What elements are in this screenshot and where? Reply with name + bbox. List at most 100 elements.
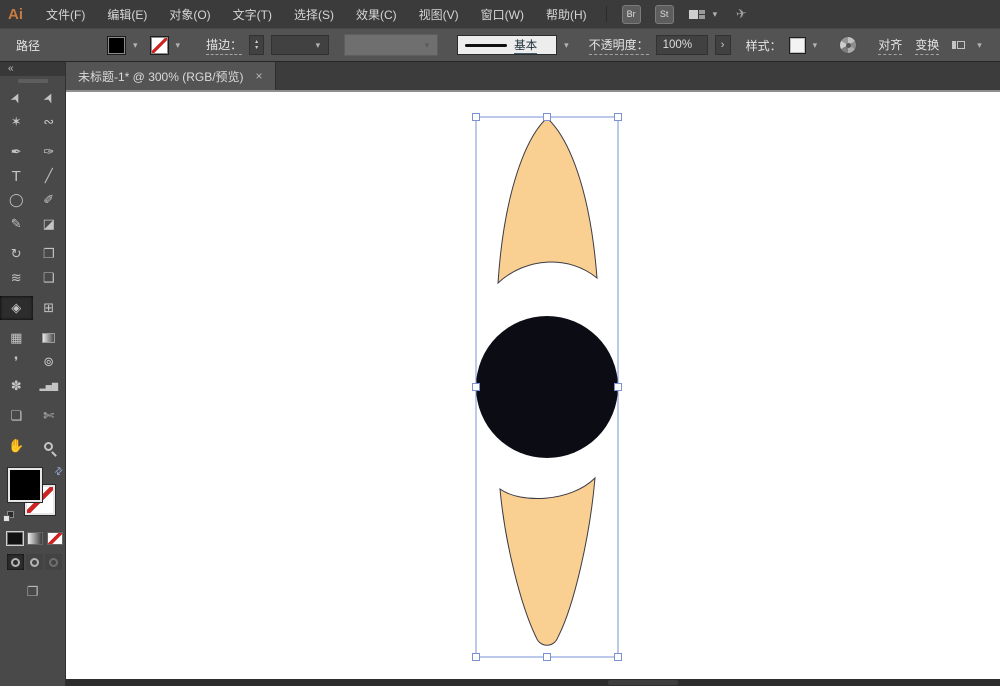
menu-type[interactable]: 文字(T) [222,0,283,28]
stepper-down-icon[interactable]: ▾ [255,45,258,51]
stock-button[interactable]: St [654,4,674,24]
align-link[interactable]: 对齐 [878,36,903,55]
fill-color-swatch[interactable] [107,35,127,55]
control-bar: 路径 ▾ ▾ 描边： ▴ ▾ ▾ ▾ 基本 ▾ 不透明度： 100% › 样式：… [0,28,1000,62]
document-tab-bar: 未标题-1* @ 300% (RGB/预览) × [66,62,1000,92]
handle-mid-right[interactable] [614,383,622,391]
close-icon[interactable]: × [256,69,263,83]
width-profile-dropdown[interactable]: ▾ [344,34,439,56]
fill-indicator-swatch[interactable] [7,467,43,503]
chevron-down-icon[interactable]: ▾ [176,40,181,51]
stroke-weight-stepper[interactable]: ▴ ▾ [249,35,265,55]
horizontal-scrollbar[interactable] [66,679,1000,686]
screen-mode-button[interactable]: ❐ [27,584,39,600]
draw-behind-button[interactable] [26,554,43,570]
default-fill-stroke-icon[interactable] [3,511,16,524]
artboard-canvas[interactable] [66,92,1000,679]
draw-normal-button[interactable] [7,554,24,570]
handle-bottom-right[interactable] [614,653,622,661]
perspective-grid-tool[interactable]: ⊞ [33,296,66,320]
panel-rect [952,41,957,49]
graphic-style-swatch[interactable] [788,36,806,54]
chevron-down-icon[interactable]: ▾ [813,40,818,51]
menu-object[interactable]: 对象(O) [158,0,221,28]
chevron-down-icon: ▾ [315,39,321,50]
menu-edit[interactable]: 编辑(E) [96,0,158,28]
paintbrush-tool[interactable]: ✐ [33,188,66,212]
sync-icon[interactable]: ✈ [735,5,748,22]
chevron-down-icon[interactable]: ▾ [133,40,138,51]
rotate-tool[interactable]: ↻ [0,242,33,266]
handle-mid-left[interactable] [472,383,480,391]
workspace-rect [688,9,698,19]
chevron-down-icon[interactable]: ▾ [713,9,718,20]
panel-rect [957,41,966,49]
symbol-sprayer-tool[interactable]: ✽ [0,374,33,398]
menu-help[interactable]: 帮助(H) [535,0,598,28]
swap-fill-stroke-icon[interactable]: ⇄ [52,465,66,479]
stroke-color-swatch[interactable] [149,35,169,55]
scrollbar-thumb[interactable] [607,680,678,685]
menu-view[interactable]: 视图(V) [408,0,470,28]
black-circle-shape[interactable] [476,316,618,458]
top-petal-shape[interactable] [497,117,598,285]
panel-options-icon[interactable] [952,41,966,49]
tools-panel: « ➤ ➤ ✶ ∾ ✒ ✑ T ╱ ◯ ✐ ✎ ◪ ↻ ❐ ≋ ❑ ◈ ⊞ ▦ … [0,62,66,686]
gradient-paint-button[interactable] [27,532,43,545]
bottom-petal-shape[interactable] [499,476,596,646]
artboard-tool[interactable]: ❏ [0,404,33,428]
brush-definition-dropdown[interactable]: 基本 [457,35,558,55]
artwork-layer [472,113,622,661]
collapse-panel-icon[interactable]: « [0,62,65,76]
recolor-artwork-icon[interactable] [839,36,858,54]
line-segment-tool[interactable]: ╱ [33,164,66,188]
handle-bottom-left[interactable] [472,653,480,661]
zoom-tool[interactable] [33,434,66,458]
curvature-tool[interactable]: ✑ [33,140,66,164]
bridge-button[interactable]: Br [621,4,641,24]
type-tool[interactable]: T [0,164,33,188]
ellipse-tool[interactable]: ◯ [0,188,33,212]
handle-top-left[interactable] [472,113,480,121]
transform-link[interactable]: 变换 [915,36,940,55]
pencil-tool[interactable]: ✎ [0,212,33,236]
menu-file[interactable]: 文件(F) [35,0,96,28]
gradient-tool[interactable] [33,326,66,350]
mesh-tool[interactable]: ▦ [0,326,33,350]
stroke-weight-dropdown[interactable]: ▾ [271,35,330,55]
fill-stroke-widget: ⇄ [0,465,66,530]
chevron-down-icon[interactable]: ▾ [564,40,569,51]
stroke-weight-label[interactable]: 描边： [206,36,243,55]
width-tool[interactable]: ≋ [0,266,33,290]
opacity-label[interactable]: 不透明度： [588,36,649,55]
shape-builder-tool[interactable]: ◈ [0,296,33,320]
menu-select[interactable]: 选择(S) [283,0,345,28]
pen-tool[interactable]: ✒ [0,140,33,164]
document-tab[interactable]: 未标题-1* @ 300% (RGB/预览) × [66,62,276,90]
free-transform-tool[interactable]: ❑ [33,266,66,290]
hand-tool[interactable]: ✋ [0,434,33,458]
gradient-icon [42,333,56,343]
color-paint-button[interactable] [7,532,23,545]
menu-window[interactable]: 窗口(W) [470,0,535,28]
slice-tool[interactable]: ✄ [33,404,66,428]
handle-top-right[interactable] [614,113,622,121]
column-graph-tool[interactable]: ▂▅▇ [33,374,66,398]
menu-effect[interactable]: 效果(C) [345,0,408,28]
chevron-down-icon[interactable]: ▾ [977,40,982,51]
none-paint-button[interactable] [47,532,63,545]
handle-bottom-center[interactable] [543,653,551,661]
scale-tool[interactable]: ❐ [33,242,66,266]
brush-stroke-preview [465,43,508,47]
workspace-rects [698,9,705,19]
handle-top-center[interactable] [543,113,551,121]
selection-type-label: 路径 [16,38,41,53]
opacity-panel-button[interactable]: › [714,35,731,55]
opacity-input[interactable]: 100% [655,35,708,55]
blend-tool[interactable]: ⊚ [33,350,66,374]
eyedropper-tool[interactable]: ❜ [0,350,33,374]
workspace-switcher-icon[interactable] [688,9,705,19]
workspace-rect [698,9,705,14]
eraser-tool[interactable]: ◪ [33,212,66,236]
draw-inside-button[interactable] [45,554,62,570]
